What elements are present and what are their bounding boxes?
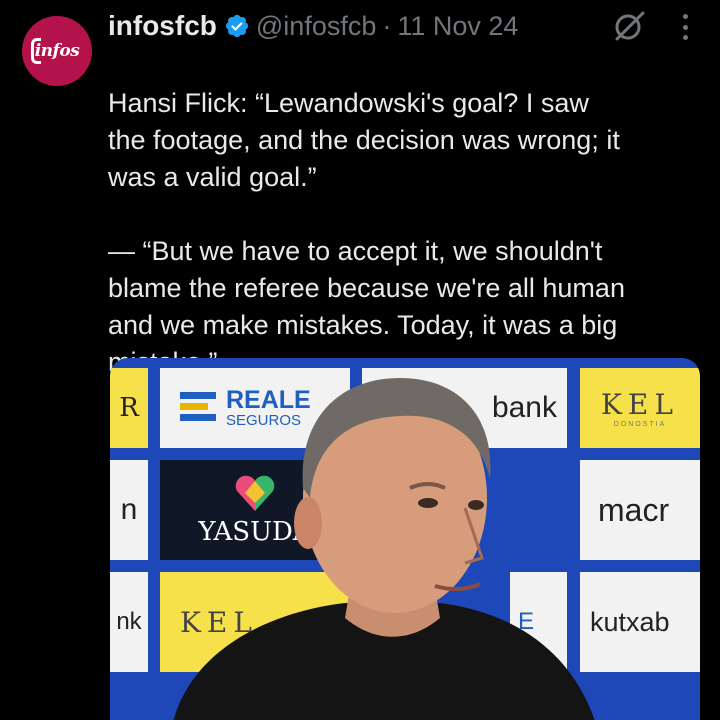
tweet-line: the footage, and the decision was wrong;… <box>108 125 620 155</box>
author-handle[interactable]: @infosfcb <box>256 11 376 42</box>
tweet-line: blame the referee because we're all huma… <box>108 273 625 303</box>
header-separator: · <box>382 10 392 41</box>
avatar-logo-bracket <box>31 38 41 64</box>
tweet-line: — “But we have to accept it, we shouldn'… <box>108 236 603 266</box>
tweet-date[interactable]: 11 Nov 24 <box>397 11 518 42</box>
germany-flag-icon <box>108 58 138 77</box>
author-name[interactable]: infosfcb <box>108 10 217 42</box>
tweet-media-image[interactable]: R REALE SEGUROS bank KEL DONOSTIA n YASU… <box>110 358 700 720</box>
tweet-line: was a valid goal.” <box>108 162 317 192</box>
tweet-line <box>108 48 688 85</box>
coach-figure <box>173 378 595 720</box>
tweet-header: infosfcb @infosfcb · 11 Nov 24 <box>108 6 518 46</box>
more-dots-icon[interactable] <box>681 14 689 40</box>
author-avatar[interactable]: infos <box>22 16 92 86</box>
tweet-text: Hansi Flick: “Lewandowski's goal? I saw … <box>108 48 688 381</box>
verified-badge-icon <box>225 14 248 38</box>
tweet-line-text: Hansi Flick: “Lewandowski's goal? I saw <box>108 88 589 118</box>
avatar-logo-text: infos <box>34 41 80 61</box>
grok-icon[interactable] <box>612 10 646 42</box>
tweet-line: and we make mistakes. Today, it was a bi… <box>108 310 618 340</box>
